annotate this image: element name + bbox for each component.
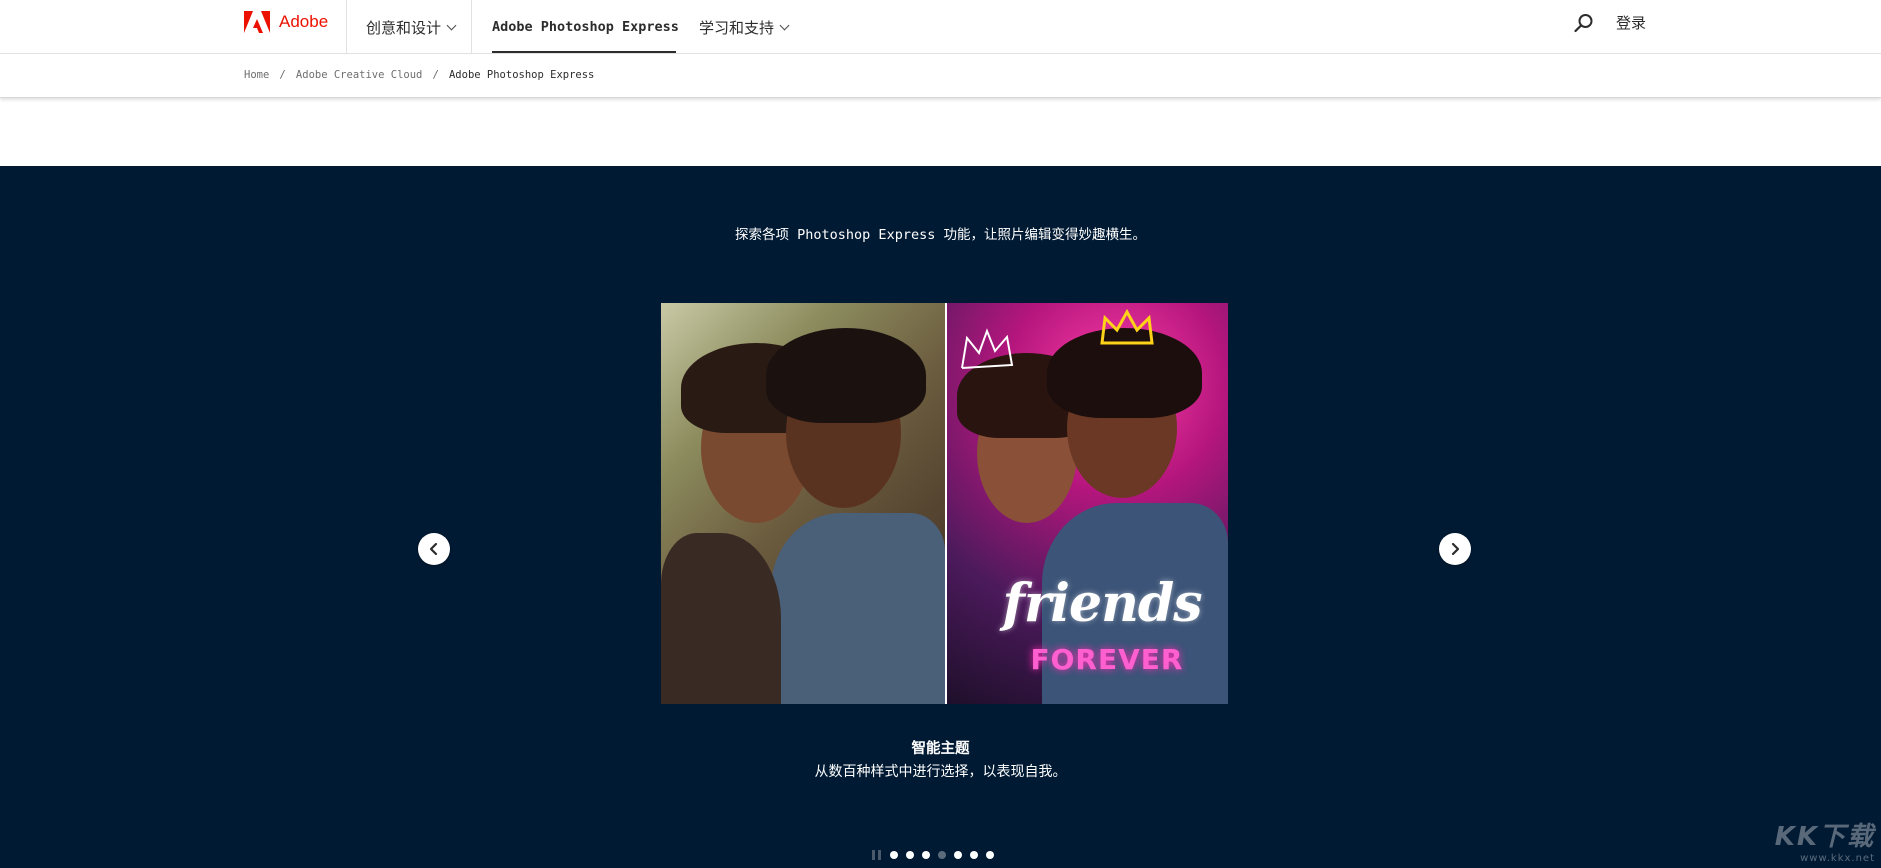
carousel-prev-button[interactable] <box>418 533 450 565</box>
before-photo <box>661 303 945 704</box>
watermark-url: www.kkx.net <box>1800 853 1875 864</box>
feature-carousel-section: 探索各项 Photoshop Express 功能，让照片编辑变得妙趣横生。 f… <box>0 166 1881 868</box>
carousel-dot[interactable] <box>906 851 914 859</box>
slide-caption-description: 从数百种样式中进行选择，以表现自我。 <box>814 764 1067 780</box>
carousel-next-button[interactable] <box>1439 533 1471 565</box>
chevron-down-icon <box>446 20 457 30</box>
nav-item-label: 学习和支持 <box>699 18 775 37</box>
nav-divider <box>471 0 472 54</box>
watermark-logo: KK下载 <box>1774 822 1875 852</box>
nav-item-creativity-design[interactable]: 创意和设计 <box>366 0 457 54</box>
section-intro: 探索各项 Photoshop Express 功能，让照片编辑变得妙趣横生。 <box>735 227 1146 243</box>
top-navigation: Adobe 创意和设计 Adobe Photoshop Express 学习和支… <box>0 0 1881 54</box>
chevron-right-icon <box>1451 542 1460 556</box>
nav-item-label: Adobe Photoshop Express <box>492 19 679 35</box>
carousel-dot-active[interactable] <box>938 851 946 859</box>
breadcrumb-separator: / <box>432 68 439 81</box>
carousel-dot[interactable] <box>922 851 930 859</box>
breadcrumb: Home / Adobe Creative Cloud / Adobe Phot… <box>244 68 594 81</box>
carousel-slide-image: friends FOREVER <box>661 303 1228 704</box>
adobe-logo-icon <box>244 11 270 33</box>
chevron-down-icon <box>779 20 790 30</box>
watermark: KK下载 www.kkx.net <box>1775 816 1875 864</box>
brand-name: Adobe <box>279 12 329 31</box>
active-nav-indicator <box>492 51 676 53</box>
crown-outline-icon <box>961 328 1014 369</box>
nav-item-learn-support[interactable]: 学习和支持 <box>699 0 790 54</box>
carousel-dot[interactable] <box>890 851 898 859</box>
slide-caption-title: 智能主题 <box>911 741 970 757</box>
signin-link[interactable]: 登录 <box>1616 0 1646 44</box>
breadcrumb-home[interactable]: Home <box>244 69 269 81</box>
overlay-subtitle: FOREVER <box>1030 643 1184 676</box>
crown-gold-icon <box>1100 308 1154 345</box>
carousel-pagination <box>872 850 994 860</box>
carousel-dot[interactable] <box>986 851 994 859</box>
chevron-left-icon <box>429 542 438 556</box>
breadcrumb-separator: / <box>279 68 286 81</box>
carousel-dot[interactable] <box>970 851 978 859</box>
nav-item-label: 创意和设计 <box>366 18 442 37</box>
overlay-title: friends <box>1002 573 1202 634</box>
carousel-dot[interactable] <box>954 851 962 859</box>
nav-item-photoshop-express[interactable]: Adobe Photoshop Express <box>492 0 679 54</box>
breadcrumb-current: Adobe Photoshop Express <box>448 68 595 81</box>
adobe-logo[interactable]: Adobe <box>244 10 328 34</box>
breadcrumb-bar: Home / Adobe Creative Cloud / Adobe Phot… <box>0 55 1881 98</box>
after-photo: friends FOREVER <box>947 303 1228 704</box>
search-icon[interactable] <box>1574 13 1594 33</box>
pause-icon[interactable] <box>872 850 882 860</box>
breadcrumb-creative-cloud[interactable]: Adobe Creative Cloud <box>296 69 422 81</box>
nav-divider <box>346 0 347 54</box>
